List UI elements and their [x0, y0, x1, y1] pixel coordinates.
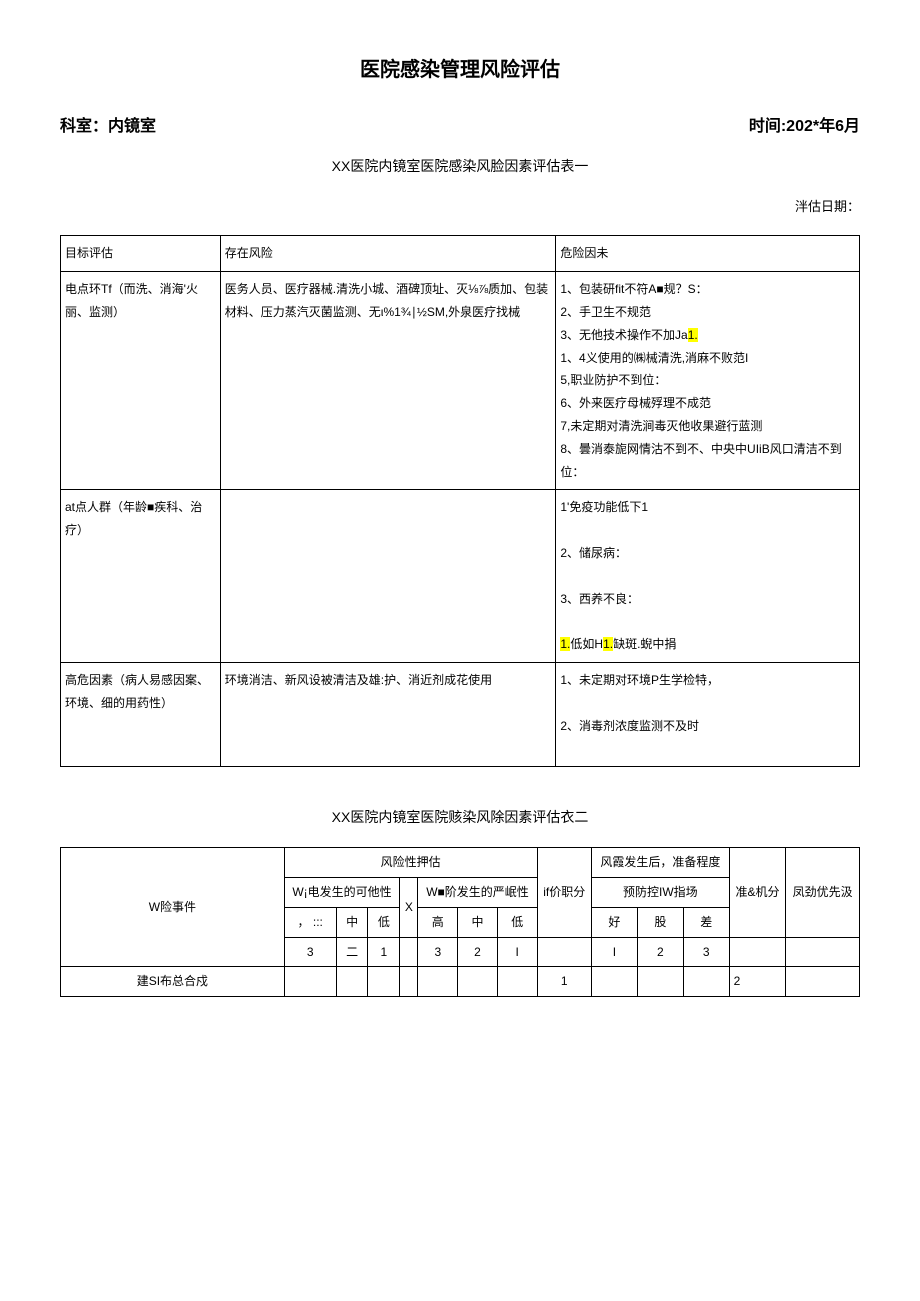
th-risk: 存在风险 [220, 236, 556, 272]
empty-cell [418, 967, 458, 997]
factor-line: 3、西养不良： [560, 592, 639, 606]
lvl-cell: ， ::: [284, 907, 336, 937]
table-row: 高危因素（病人易感因案、环境、细的用药性） 环境消洁、新风设被清洁及雄:护、消近… [61, 662, 860, 766]
th-prevention: 预防控IW指场 [591, 877, 729, 907]
empty-cell [284, 967, 336, 997]
event-cell: 建SI布总合戍 [61, 967, 285, 997]
scale-cell: 3 [418, 937, 458, 967]
factor-line: 缺斑.蜺中捐 [613, 637, 676, 651]
highlight: 1. [603, 637, 613, 651]
lvl-cell: 中 [458, 907, 498, 937]
cell-factor: 1、包装研fit不符A■规？S： 2、手卫生不规范 3、无他技术操作不加Ja1.… [556, 272, 860, 490]
lvl-cell: 低 [368, 907, 400, 937]
scale-cell: 2 [458, 937, 498, 967]
factor-line: 1、未定期对环境P生学检特， [560, 673, 719, 687]
factor-line: 1、包装研fit不符A■规？S： [560, 282, 707, 296]
cell-target: at点人群（年龄■疾科、治疗） [61, 490, 221, 663]
header-row: 科室：内镜室 时间:202*年6月 [60, 112, 860, 136]
table-two: W险事件 风险性押估 if价职分 风霞发生后，准备程度 准&机分 凤劲优先汲 W… [60, 847, 860, 997]
th-event: W险事件 [61, 848, 285, 967]
scale-cell [400, 937, 418, 967]
lvl-cell: 好 [591, 907, 637, 937]
th-prepscore: 准&机分 [729, 848, 786, 937]
eval-date-label: 泮估日期： [60, 196, 860, 215]
lvl-cell: 高 [418, 907, 458, 937]
table-one: 目标评估 存在风险 危险因未 电点环Tf（而洗、消海'火丽、监测） 医务人员、医… [60, 235, 860, 767]
th-factor: 危险因未 [556, 236, 860, 272]
cell-factor: 1、未定期对环境P生学检特， 2、消毒剂浓度监测不及时 [556, 662, 860, 766]
table1-title: XX医院内镜室医院感染风脸因素评估表一 [60, 156, 860, 176]
scale-cell: 3 [683, 937, 729, 967]
cell-target: 高危因素（病人易感因案、环境、细的用药性） [61, 662, 221, 766]
factor-line: 6、外来医疗母械殍理不成范 [560, 396, 711, 410]
empty-cell [400, 967, 418, 997]
table-row: 电点环Tf（而洗、消海'火丽、监测） 医务人员、医疗器械.清洗小城、酒碑顶址、灭… [61, 272, 860, 490]
time-label: 时间:202*年6月 [749, 112, 860, 136]
factor-line: 5,职业防护不到位： [560, 373, 666, 387]
lvl-cell: 中 [336, 907, 368, 937]
scale-cell: I [497, 937, 537, 967]
cell-risk: 环境消洁、新风设被清洁及雄:护、消近剂成花使用 [220, 662, 556, 766]
factor-line: 8、曇消泰旎网情沽不到不、中央中UIiB风口清洁不到位： [560, 442, 841, 479]
scale-cell: 1 [368, 937, 400, 967]
cell-risk [220, 490, 556, 663]
table-row: at点人群（年龄■疾科、治疗） 1'免疫功能低下1 2、储尿病： 3、西养不良：… [61, 490, 860, 663]
th-prep: 风霞发生后，准备程度 [591, 848, 729, 878]
table-row: 建SI布总合戍 1 2 [61, 967, 860, 997]
lvl-cell: 低 [497, 907, 537, 937]
th-priority: 凤劲优先汲 [786, 848, 860, 937]
empty-cell [683, 967, 729, 997]
highlight: 1. [688, 328, 698, 342]
empty-cell [591, 967, 637, 997]
prepscore-cell: 2 [729, 967, 786, 997]
table-row: W险事件 风险性押估 if价职分 风霞发生后，准备程度 准&机分 凤劲优先汲 [61, 848, 860, 878]
cell-target: 电点环Tf（而洗、消海'火丽、监测） [61, 272, 221, 490]
factor-line: 1、4义使用的㈱械清洗,消麻不败范I [560, 351, 748, 365]
cell-risk: 医务人员、医疗器械.清洗小城、酒碑顶址、灭⅛⅞质加、包装材料、压力蒸汽灭菌监测、… [220, 272, 556, 490]
empty-cell [458, 967, 498, 997]
table2-title: XX医院内镜室医院赅染风除因素评估衣二 [60, 807, 860, 827]
factor-line: 2、手卫生不规范 [560, 305, 651, 319]
lvl-cell: 差 [683, 907, 729, 937]
scale-cell [537, 937, 591, 967]
scale-cell: 2 [637, 937, 683, 967]
cell-factor: 1'免疫功能低下1 2、储尿病： 3、西养不良： 1.低如H1.缺斑.蜺中捐 [556, 490, 860, 663]
th-possibility: W¡电发生的可他性 [284, 877, 400, 907]
factor-line: 2、消毒剂浓度监测不及时 [560, 719, 699, 733]
th-severity: W■阶发生的严岷性 [418, 877, 537, 907]
scale-cell: I [591, 937, 637, 967]
scale-cell: 3 [284, 937, 336, 967]
empty-cell [368, 967, 400, 997]
scale-cell [786, 937, 860, 967]
th-riskassess: 风险性押估 [284, 848, 537, 878]
th-target: 目标评估 [61, 236, 221, 272]
empty-cell [497, 967, 537, 997]
scale-cell: 二 [336, 937, 368, 967]
th-ifscore: if价职分 [537, 848, 591, 937]
department-label: 科室：内镜室 [60, 112, 156, 136]
lvl-cell: 股 [637, 907, 683, 937]
factor-line: 1'免疫功能低下1 [560, 500, 648, 514]
factor-line: 3、无他技术操作不加Ja [560, 328, 687, 342]
empty-cell [786, 967, 860, 997]
table-row: 目标评估 存在风险 危险因未 [61, 236, 860, 272]
factor-line: 2、储尿病： [560, 546, 627, 560]
scale-cell [729, 937, 786, 967]
ifscore-cell: 1 [537, 967, 591, 997]
empty-cell [637, 967, 683, 997]
page-title: 医院感染管理风险评估 [60, 53, 860, 82]
highlight: 1. [560, 637, 570, 651]
factor-line: 7,未定期对清洗涧毒灭他收果避行蓝测 [560, 419, 762, 433]
empty-cell [336, 967, 368, 997]
factor-line: 低如H [570, 637, 603, 651]
th-x: X [400, 877, 418, 937]
